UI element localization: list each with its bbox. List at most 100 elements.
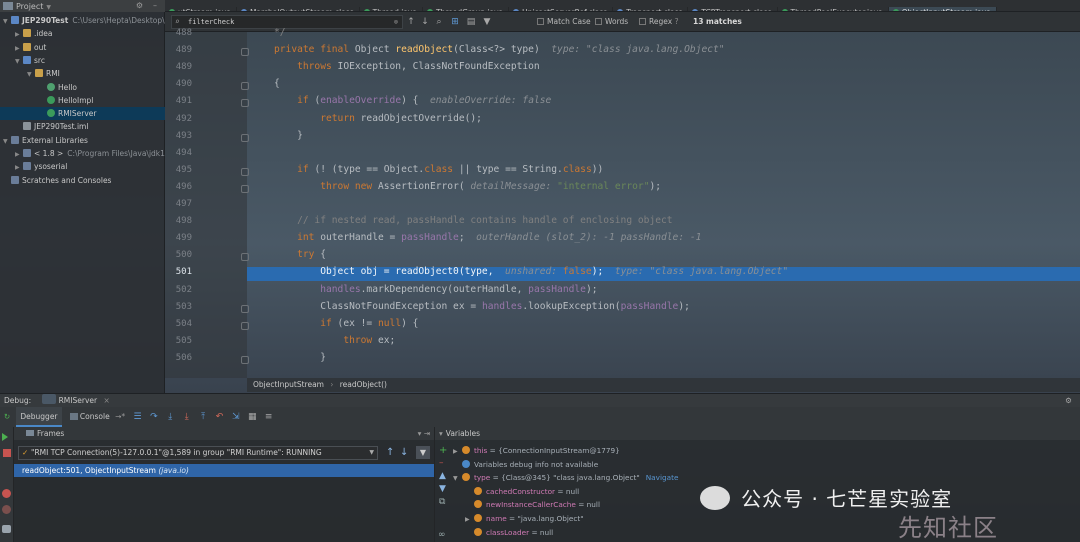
expanded-arrow-icon[interactable]: ▼	[27, 68, 35, 80]
restore-layout-icon[interactable]: ▾ ⇥	[418, 427, 430, 440]
code-line[interactable]: handles.markDependency(outerHandle, pass…	[274, 284, 597, 295]
collapsed-arrow-icon[interactable]: ▶	[15, 42, 23, 54]
fold-marker-icon[interactable]	[241, 82, 249, 91]
variable-row[interactable]: ▶ name = "java.lang.Object"	[465, 512, 584, 525]
tree-item[interactable]: ▶ ysoserial	[0, 160, 165, 173]
tree-item[interactable]: ▼ src	[0, 54, 165, 67]
arrow-down-icon[interactable]: ↓	[400, 447, 408, 458]
tree-item[interactable]: ▼ JEP290Test C:\Users\Hepta\Desktop\	[0, 14, 165, 27]
code-line[interactable]: throws IOException, ClassNotFoundExcepti…	[274, 61, 540, 72]
regex-checkbox[interactable]: Regex ?	[639, 12, 679, 32]
tree-item[interactable]: ▶ < 1.8 > C:\Program Files\Java\jdk1	[0, 147, 165, 160]
code-line-current[interactable]: Object obj = readObject0(type, unshared:…	[274, 266, 788, 277]
find-previous-icon[interactable]: ↑	[405, 16, 417, 28]
tree-item[interactable]: Hello	[0, 81, 165, 94]
view-breakpoints-icon[interactable]	[2, 489, 11, 498]
tree-item[interactable]: RMIServer	[0, 107, 165, 121]
tab-debugger[interactable]: Debugger	[16, 407, 62, 427]
copy-icon[interactable]: ⧉	[439, 497, 445, 507]
tree-item[interactable]: Scratches and Consoles	[0, 174, 165, 187]
collapsed-arrow-icon[interactable]: ▶	[453, 445, 462, 458]
step-over-icon[interactable]: ↷	[147, 407, 161, 427]
find-all-icon[interactable]: ⌕	[433, 16, 445, 28]
code-line[interactable]: // if nested read, passHandle contains h…	[274, 215, 672, 226]
console-arrow-icon[interactable]: →*	[115, 412, 125, 421]
drop-frame-icon[interactable]: ↶	[212, 407, 226, 427]
variable-row[interactable]: cachedConstructor = null	[465, 485, 579, 498]
find-next-icon[interactable]: ↓	[419, 16, 431, 28]
tree-item[interactable]: ▼ External Libraries	[0, 134, 165, 147]
watch-glasses-icon[interactable]: ∞	[438, 530, 446, 540]
code-line[interactable]: }	[274, 352, 326, 363]
code-line[interactable]: int outerHandle = passHandle; outerHandl…	[274, 232, 701, 243]
find-input[interactable]: ⌕ filterCheck ⊗	[171, 15, 403, 29]
code-line[interactable]: throw ex;	[274, 335, 395, 346]
chevron-down-icon[interactable]: ▼	[369, 447, 374, 459]
trace-icon[interactable]: ≡	[262, 407, 276, 427]
tree-item[interactable]: JEP290Test.iml	[0, 120, 165, 133]
variable-row[interactable]: classLoader = null	[465, 526, 553, 539]
chevron-down-icon[interactable]: ▼	[46, 4, 51, 11]
arrow-down-icon[interactable]: ▼	[439, 484, 446, 494]
expanded-arrow-icon[interactable]: ▼	[3, 135, 11, 147]
tree-item[interactable]: ▶ .idea	[0, 27, 165, 40]
breadcrumb-class[interactable]: ObjectInputStream	[253, 380, 324, 389]
fold-marker-icon[interactable]	[241, 253, 249, 262]
arrow-up-icon[interactable]: ↑	[386, 447, 394, 458]
fold-marker-icon[interactable]	[241, 48, 249, 57]
fold-marker-icon[interactable]	[241, 184, 249, 193]
breadcrumb-method[interactable]: readObject()	[340, 380, 387, 389]
add-watch-icon[interactable]: +	[439, 445, 447, 456]
tree-item[interactable]: ▶ out	[0, 41, 165, 54]
force-step-into-icon[interactable]: ⤓	[180, 407, 194, 427]
filter-icon[interactable]: ▼	[416, 446, 430, 459]
collapsed-arrow-icon[interactable]: ▶	[465, 513, 474, 526]
code-line[interactable]: try {	[274, 249, 326, 260]
fold-marker-icon[interactable]	[241, 304, 249, 313]
expanded-arrow-icon[interactable]: ▼	[15, 55, 23, 67]
words-checkbox[interactable]: Words	[595, 12, 628, 32]
code-line[interactable]: {	[274, 78, 280, 89]
stop-icon[interactable]	[3, 449, 11, 457]
code-line[interactable]: if (! (type == Object.class || type == S…	[274, 164, 603, 175]
rerun-icon[interactable]: ↻	[0, 407, 14, 427]
clear-search-icon[interactable]: ⊗	[394, 16, 398, 28]
match-case-checkbox[interactable]: Match Case	[537, 12, 591, 32]
fold-marker-icon[interactable]	[241, 321, 249, 330]
settings-gear-icon[interactable]: ⚙	[1065, 394, 1072, 408]
code-line[interactable]: */	[274, 27, 286, 38]
arrow-up-icon[interactable]: ▲	[439, 471, 446, 481]
variable-row[interactable]: ▼ type = {Class@345} "class java.lang.Obj…	[453, 471, 678, 484]
thread-selector[interactable]: ✓ "RMI TCP Connection(5)-127.0.0.1"@1,58…	[18, 446, 378, 460]
variable-row[interactable]: ▶ this = {ConnectionInputStream@1779}	[453, 444, 620, 457]
step-into-icon[interactable]: ⤓	[163, 407, 177, 427]
code-line[interactable]: private final Object readObject(Class<?>…	[274, 44, 725, 55]
fold-marker-icon[interactable]	[241, 167, 249, 176]
camera-icon[interactable]	[2, 525, 11, 533]
frame-row-selected[interactable]: readObject:501, ObjectInputStream (java.…	[14, 464, 434, 477]
fold-marker-icon[interactable]	[241, 99, 249, 108]
collapsed-arrow-icon[interactable]: ▶	[15, 28, 23, 40]
code-line[interactable]: return readObjectOverride();	[274, 113, 482, 124]
debug-config-name[interactable]: RMIServer	[59, 396, 98, 405]
fold-marker-icon[interactable]	[241, 133, 249, 142]
run-to-cursor-icon[interactable]: ⇲	[229, 407, 243, 427]
variable-row[interactable]: newInstanceCallerCache = null	[465, 498, 600, 511]
layout-icon[interactable]: ☰	[131, 407, 145, 427]
collapsed-arrow-icon[interactable]: ▶	[15, 161, 23, 173]
remove-watch-icon[interactable]: –	[439, 458, 444, 468]
variable-row[interactable]: Variables debug info not available	[453, 458, 598, 471]
code-line[interactable]: ClassNotFoundException ex = handles.look…	[274, 301, 690, 312]
project-title[interactable]: Project	[16, 2, 43, 11]
select-all-icon[interactable]: ▤	[465, 16, 477, 28]
mute-breakpoints-icon[interactable]	[2, 505, 11, 514]
expanded-arrow-icon[interactable]: ▼	[3, 15, 11, 27]
navigate-link[interactable]: Navigate	[646, 473, 679, 482]
close-icon[interactable]: ×	[103, 396, 109, 405]
fold-marker-icon[interactable]	[241, 355, 249, 364]
step-out-icon[interactable]: ⤒	[196, 407, 210, 427]
code-line[interactable]: if (ex != null) {	[274, 318, 418, 329]
filter-icon[interactable]: ▼	[481, 16, 493, 28]
collapsed-arrow-icon[interactable]: ▶	[15, 148, 23, 160]
minimize-icon[interactable]: –	[153, 0, 157, 12]
